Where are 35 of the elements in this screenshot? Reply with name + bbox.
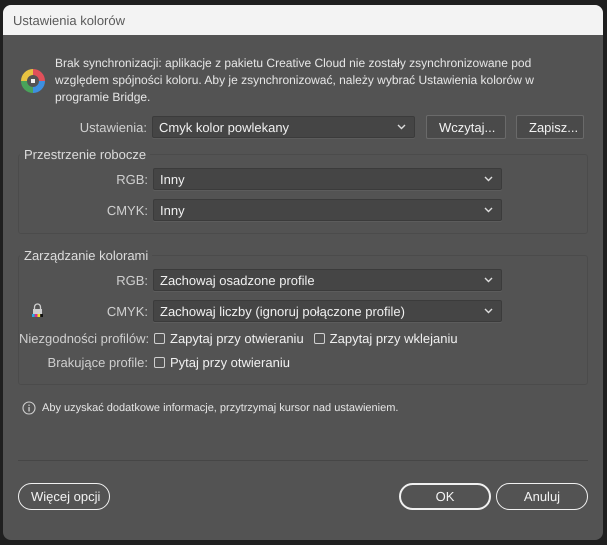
checkbox-label[interactable]: Zapytaj przy wklejaniu [330,331,458,346]
group-title: Zarządzanie kolorami [23,248,150,263]
sync-warning-text: Brak synchronizacji: aplikacje z pakietu Creative Cloud nie zostały zsynchronizowane pod względem spójności koloru. Aby je zsynchronizować, należy wybrać Ustawienia kolorów w programie Bridge. [55,55,535,106]
dropdown[interactable]: Inny [153,168,502,190]
field-label: Niezgodności profilów: [19,331,150,346]
dropdown[interactable]: Zachowaj liczby (ignoruj połączone profile) [153,300,502,322]
field-label: CMYK: [106,304,148,318]
window-title: Ustawienia kolorów [13,12,125,28]
checkbox[interactable] [154,333,165,344]
load-button[interactable]: Wczytaj... [426,115,506,139]
save-button[interactable]: Zapisz... [516,115,584,139]
checkbox[interactable] [314,333,325,344]
dropdown[interactable]: Zachowaj osadzone profile [153,269,502,291]
field-label: Ustawienia: [80,120,147,134]
dropdown[interactable]: Inny [153,199,502,221]
more-options-button[interactable]: Więcej opcji [18,483,110,510]
checkbox-label[interactable]: Pytaj przy otwieraniu [170,355,290,370]
color-wheel-icon [20,68,46,94]
chevron-icon [484,207,493,213]
field-label: RGB: [116,172,148,186]
field-label: Brakujące profile: [48,355,148,370]
chevron-icon [484,277,493,283]
field-label: CMYK: [106,202,148,218]
field-label: RGB: [116,272,148,288]
group-title: Przestrzenie robocze [23,147,148,162]
info-text: Aby uzyskać dodatkowe informacje, przytrzymaj kursor nad ustawieniem. [42,402,398,414]
checkbox-label[interactable]: Zapytaj przy otwieraniu [170,331,304,346]
dropdown[interactable]: Cmyk kolor powlekany [152,116,415,138]
chevron-icon [397,124,406,130]
checkbox[interactable] [154,357,165,368]
chevron-icon [484,176,493,182]
cancel-button[interactable]: Anuluj [496,483,588,510]
chevron-icon [484,308,493,314]
ok-button[interactable]: OK [399,483,491,510]
info-icon [22,401,36,415]
